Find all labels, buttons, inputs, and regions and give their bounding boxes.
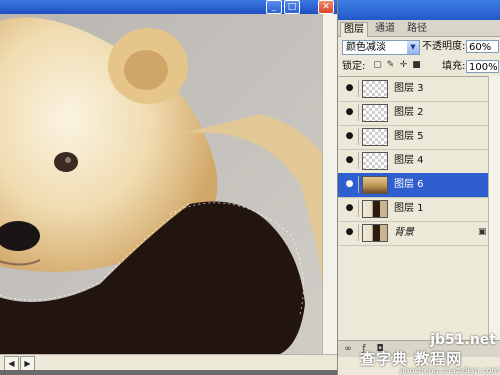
horizontal-scrollbar[interactable]: ◀ ▶ (0, 354, 337, 371)
layers-panel: 图层 通道 路径 颜色减淡 ▼ 不透明度: 60% 锁定: ▢ ✎ ✛ ■ 填充… (337, 0, 500, 375)
layer-thumbnail (362, 152, 388, 170)
blend-opacity-row: 颜色减淡 ▼ 不透明度: 60% (338, 37, 500, 57)
layer-thumbnail (362, 80, 388, 98)
layer-name: 图层 3 (394, 83, 424, 94)
status-bar (0, 370, 337, 375)
watermark: jb51.net 查字典 教程网 jiaocheng.chazidian.com (360, 330, 500, 375)
layer-name: 图层 2 (394, 107, 424, 118)
visibility-eye-icon[interactable]: ● (341, 200, 359, 217)
scroll-left-arrow-icon[interactable]: ◀ (4, 356, 19, 371)
layer-row[interactable]: ● 图层 4 (338, 149, 488, 174)
lock-icon: ▣ (478, 227, 487, 237)
visibility-eye-icon[interactable]: ● (341, 104, 359, 121)
tab-layers[interactable]: 图层 (340, 22, 368, 37)
maximize-button[interactable]: □ (284, 0, 300, 14)
layer-name: 图层 6 (394, 179, 424, 190)
layers-list: ● 图层 3 ● 图层 2 ● 图层 5 ● 图层 4 ● 图层 6 ● 图层 … (338, 76, 488, 341)
visibility-eye-icon[interactable]: ● (341, 152, 359, 169)
scroll-right-arrow-icon[interactable]: ▶ (20, 356, 35, 371)
watermark-site: jb51.net (430, 332, 496, 348)
minimize-button[interactable]: _ (266, 0, 282, 14)
document-window: _ □ ✕ ◀ ▶ (0, 0, 337, 375)
layer-row[interactable]: ● 图层 1 (338, 197, 488, 222)
layer-thumbnail (362, 104, 388, 122)
layer-row[interactable]: ● 背景 ▣ (338, 221, 488, 246)
layer-name: 图层 1 (394, 203, 424, 214)
lock-position-icon[interactable]: ✛ (398, 60, 409, 71)
visibility-eye-icon[interactable]: ● (341, 176, 359, 193)
tab-paths[interactable]: 路径 (404, 22, 430, 36)
opacity-input[interactable]: 60% (466, 40, 499, 53)
opacity-label: 不透明度: (422, 41, 466, 52)
layer-row[interactable]: ● 图层 3 (338, 77, 488, 102)
blend-mode-value: 颜色减淡 (346, 42, 386, 53)
visibility-eye-icon[interactable]: ● (341, 80, 359, 97)
fill-label: 填充: (442, 61, 466, 72)
layer-name: 图层 5 (394, 131, 424, 142)
layer-name: 背景 (394, 227, 414, 238)
lock-all-icon[interactable]: ■ (411, 60, 422, 71)
visibility-eye-icon[interactable]: ● (341, 224, 359, 241)
layer-row[interactable]: ● 图层 2 (338, 101, 488, 126)
image-canvas[interactable] (0, 14, 322, 354)
layer-thumbnail (362, 128, 388, 146)
layer-thumbnail (362, 200, 388, 218)
chevron-down-icon[interactable]: ▼ (407, 41, 419, 54)
panda-photo (0, 14, 322, 354)
link-layers-icon[interactable]: ∞ (342, 343, 354, 355)
lock-pixels-icon[interactable]: ✎ (385, 60, 396, 71)
watermark-url: jiaocheng.chazidian.com (400, 366, 500, 375)
layer-thumbnail (362, 224, 388, 242)
visibility-eye-icon[interactable]: ● (341, 128, 359, 145)
vertical-scrollbar[interactable] (322, 14, 337, 354)
blend-mode-select[interactable]: 颜色减淡 ▼ (342, 40, 420, 55)
panel-titlebar[interactable] (338, 0, 500, 20)
document-titlebar[interactable]: _ □ ✕ (0, 0, 337, 14)
layer-name: 图层 4 (394, 155, 424, 166)
layer-row-selected[interactable]: ● 图层 6 (338, 173, 488, 198)
lock-transparency-icon[interactable]: ▢ (372, 60, 383, 71)
tab-channels[interactable]: 通道 (372, 22, 398, 36)
panel-tabs: 图层 通道 路径 (338, 20, 500, 37)
layers-scrollbar[interactable] (488, 76, 500, 340)
fill-input[interactable]: 100% (466, 60, 499, 73)
lock-fill-row: 锁定: ▢ ✎ ✛ ■ 填充: 100% (338, 57, 500, 77)
layer-row[interactable]: ● 图层 5 (338, 125, 488, 150)
lock-label: 锁定: (342, 61, 366, 72)
close-button[interactable]: ✕ (318, 0, 334, 14)
layer-thumbnail (362, 176, 388, 194)
